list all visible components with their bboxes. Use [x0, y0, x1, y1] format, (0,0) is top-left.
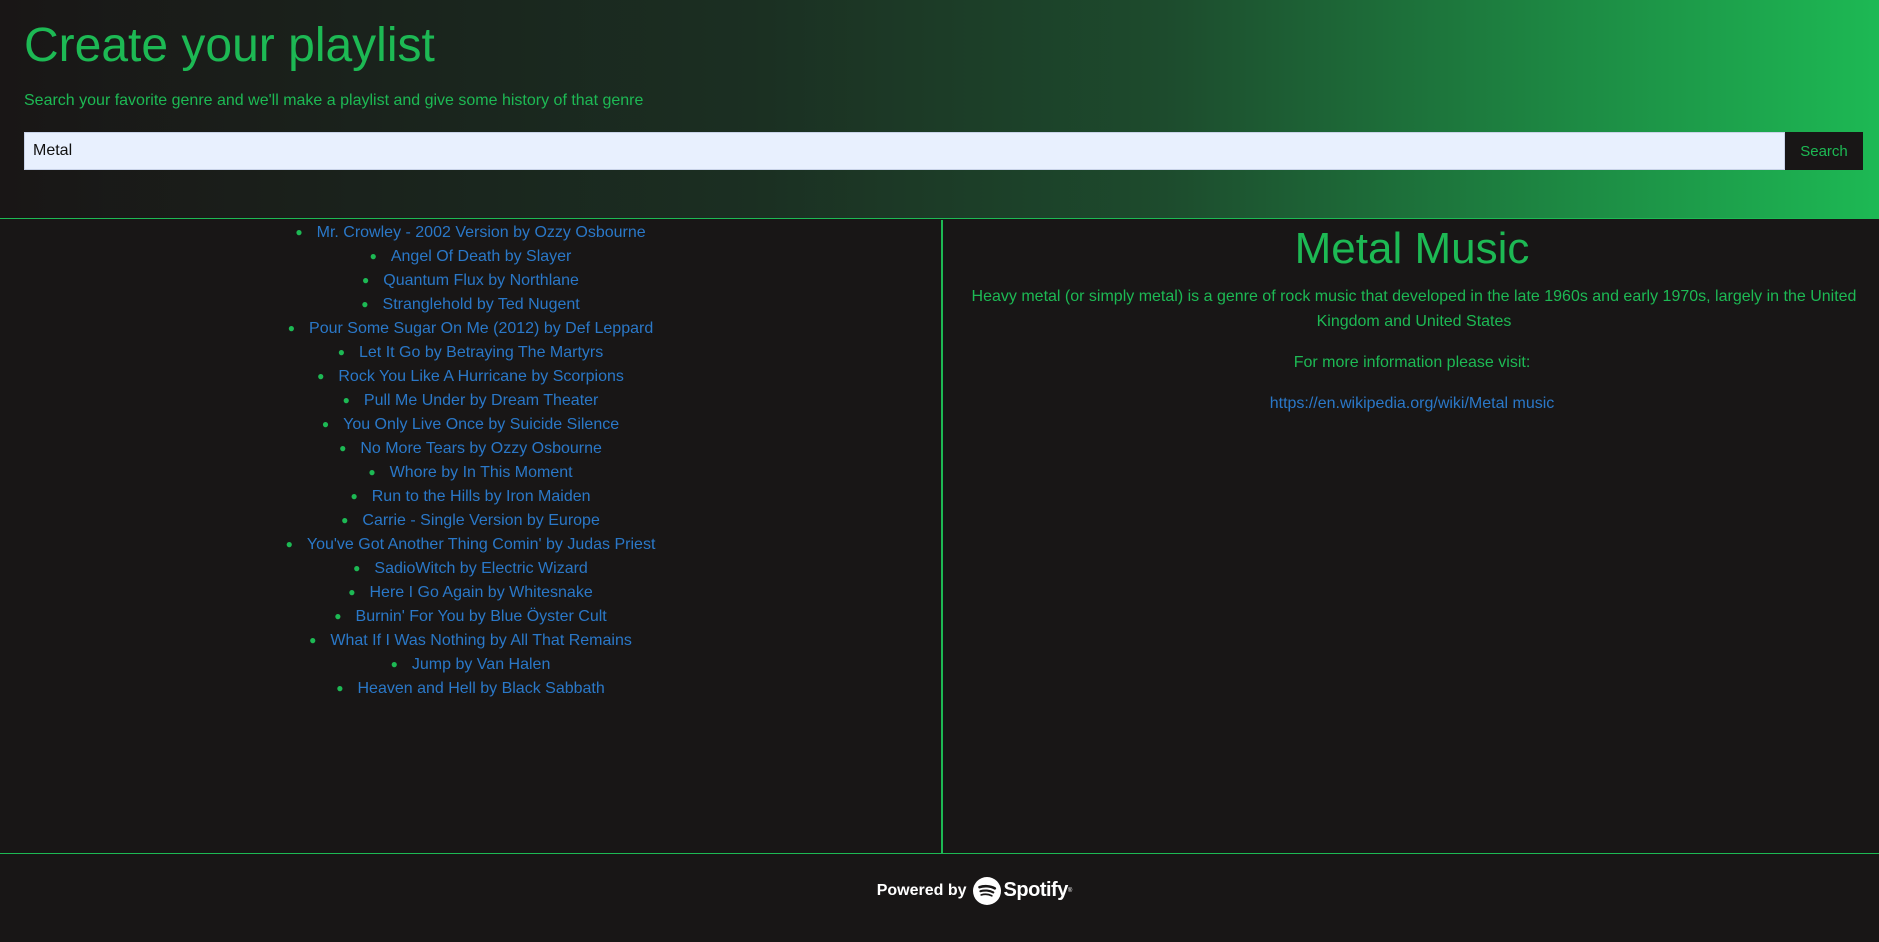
- track-item: ● Let It Go by Betraying The Martyrs: [0, 340, 941, 364]
- track-link[interactable]: You Only Live Once by Suicide Silence: [343, 416, 619, 433]
- track-item: ● What If I Was Nothing by All That Remai…: [0, 628, 941, 652]
- header: Create your playlist Search your favorit…: [0, 0, 1879, 219]
- track-link[interactable]: Pull Me Under by Dream Theater: [364, 392, 598, 409]
- track-link[interactable]: Let It Go by Betraying The Martyrs: [359, 344, 603, 361]
- track-link[interactable]: Whore by In This Moment: [390, 464, 573, 481]
- track-link[interactable]: Angel Of Death by Slayer: [391, 248, 572, 265]
- track-link[interactable]: Heaven and Hell by Black Sabbath: [357, 680, 604, 697]
- spotify-wordmark: Spotify: [1003, 879, 1069, 901]
- track-link[interactable]: Carrie - Single Version by Europe: [362, 512, 599, 529]
- track-link[interactable]: Jump by Van Halen: [412, 656, 550, 673]
- bullet-icon: ●: [342, 393, 350, 407]
- track-item: ● Whore by In This Moment: [0, 460, 941, 484]
- bullet-icon: ●: [348, 585, 356, 599]
- bullet-icon: ●: [353, 561, 361, 575]
- spotify-logo: Spotify ®: [972, 876, 1073, 905]
- track-link[interactable]: Quantum Flux by Northlane: [383, 272, 579, 289]
- bullet-icon: ●: [336, 681, 344, 695]
- track-item: ● You've Got Another Thing Comin' by Juda…: [0, 532, 941, 556]
- track-list: ● Mr. Crowley - 2002 Version by Ozzy Osbo…: [0, 220, 941, 700]
- bullet-icon: ●: [285, 537, 293, 551]
- track-item: ● Run to the Hills by Iron Maiden: [0, 484, 941, 508]
- bullet-icon: ●: [368, 465, 376, 479]
- spotify-icon: [972, 876, 1001, 905]
- bullet-icon: ●: [390, 657, 398, 671]
- main-content: ● Mr. Crowley - 2002 Version by Ozzy Osbo…: [0, 220, 1879, 854]
- track-link[interactable]: Mr. Crowley - 2002 Version by Ozzy Osbou…: [317, 224, 646, 241]
- search-button[interactable]: Search: [1785, 132, 1863, 170]
- track-link[interactable]: Rock You Like A Hurricane by Scorpions: [338, 368, 624, 385]
- bullet-icon: ●: [337, 345, 345, 359]
- search-input[interactable]: [24, 132, 1785, 170]
- bullet-icon: ●: [369, 249, 377, 263]
- bullet-icon: ●: [361, 297, 369, 311]
- track-item: ● Burnin' For You by Blue Öyster Cult: [0, 604, 941, 628]
- bullet-icon: ●: [317, 369, 325, 383]
- track-item: ● Jump by Van Halen: [0, 652, 941, 676]
- bullet-icon: ●: [339, 441, 347, 455]
- track-link[interactable]: Here I Go Again by Whitesnake: [370, 584, 593, 601]
- track-link[interactable]: Stranglehold by Ted Nugent: [383, 296, 580, 313]
- track-item: ● Quantum Flux by Northlane: [0, 268, 941, 292]
- bullet-icon: ●: [362, 273, 370, 287]
- track-item: ● Mr. Crowley - 2002 Version by Ozzy Osbo…: [0, 220, 941, 244]
- track-link[interactable]: No More Tears by Ozzy Osbourne: [360, 440, 602, 457]
- wikipedia-link[interactable]: https://en.wikipedia.org/wiki/Metal musi…: [945, 395, 1879, 413]
- bullet-icon: ●: [287, 321, 296, 335]
- bullet-icon: ●: [295, 225, 303, 239]
- powered-by-label: Powered by: [876, 881, 967, 899]
- track-link[interactable]: Pour Some Sugar On Me (2012) by Def Lepp…: [309, 320, 653, 337]
- track-item: ● Stranglehold by Ted Nugent: [0, 292, 941, 316]
- bullet-icon: ●: [334, 609, 342, 623]
- track-link[interactable]: SadioWitch by Electric Wizard: [374, 560, 587, 577]
- footer: Powered by Spotify ®: [0, 855, 1879, 942]
- page-subtitle: Search your favorite genre and we'll mak…: [24, 92, 644, 109]
- bullet-icon: ●: [350, 489, 358, 503]
- genre-info-panel: Metal Music Heavy metal (or simply metal…: [945, 220, 1879, 854]
- bullet-icon: ●: [321, 417, 330, 431]
- bullet-icon: ●: [341, 513, 349, 527]
- track-item: ● Carrie - Single Version by Europe: [0, 508, 941, 532]
- track-item: ● Angel Of Death by Slayer: [0, 244, 941, 268]
- more-info-label: For more information please visit:: [1293, 354, 1531, 371]
- playlist-panel: ● Mr. Crowley - 2002 Version by Ozzy Osbo…: [0, 220, 943, 854]
- bullet-icon: ●: [309, 633, 317, 647]
- genre-description: Heavy metal (or simply metal) is a genre…: [971, 288, 1857, 330]
- track-item: ● Pull Me Under by Dream Theater: [0, 388, 941, 412]
- track-item: ● Heaven and Hell by Black Sabbath: [0, 676, 941, 700]
- track-item: ● SadioWitch by Electric Wizard: [0, 556, 941, 580]
- track-link[interactable]: Run to the Hills by Iron Maiden: [372, 488, 591, 505]
- track-item: ● Here I Go Again by Whitesnake: [0, 580, 941, 604]
- track-link[interactable]: You've Got Another Thing Comin' by Judas…: [307, 536, 656, 553]
- track-item: ● Pour Some Sugar On Me (2012) by Def Lep…: [0, 316, 941, 340]
- trademark-symbol: ®: [1067, 887, 1073, 894]
- page-title: Create your playlist: [24, 19, 435, 72]
- genre-title: Metal Music: [1294, 224, 1530, 273]
- track-item: ● You Only Live Once by Suicide Silence: [0, 412, 941, 436]
- track-link[interactable]: Burnin' For You by Blue Öyster Cult: [356, 608, 607, 625]
- track-item: ● Rock You Like A Hurricane by Scorpions: [0, 364, 941, 388]
- track-link[interactable]: What If I Was Nothing by All That Remain…: [330, 632, 631, 649]
- track-item: ● No More Tears by Ozzy Osbourne: [0, 436, 941, 460]
